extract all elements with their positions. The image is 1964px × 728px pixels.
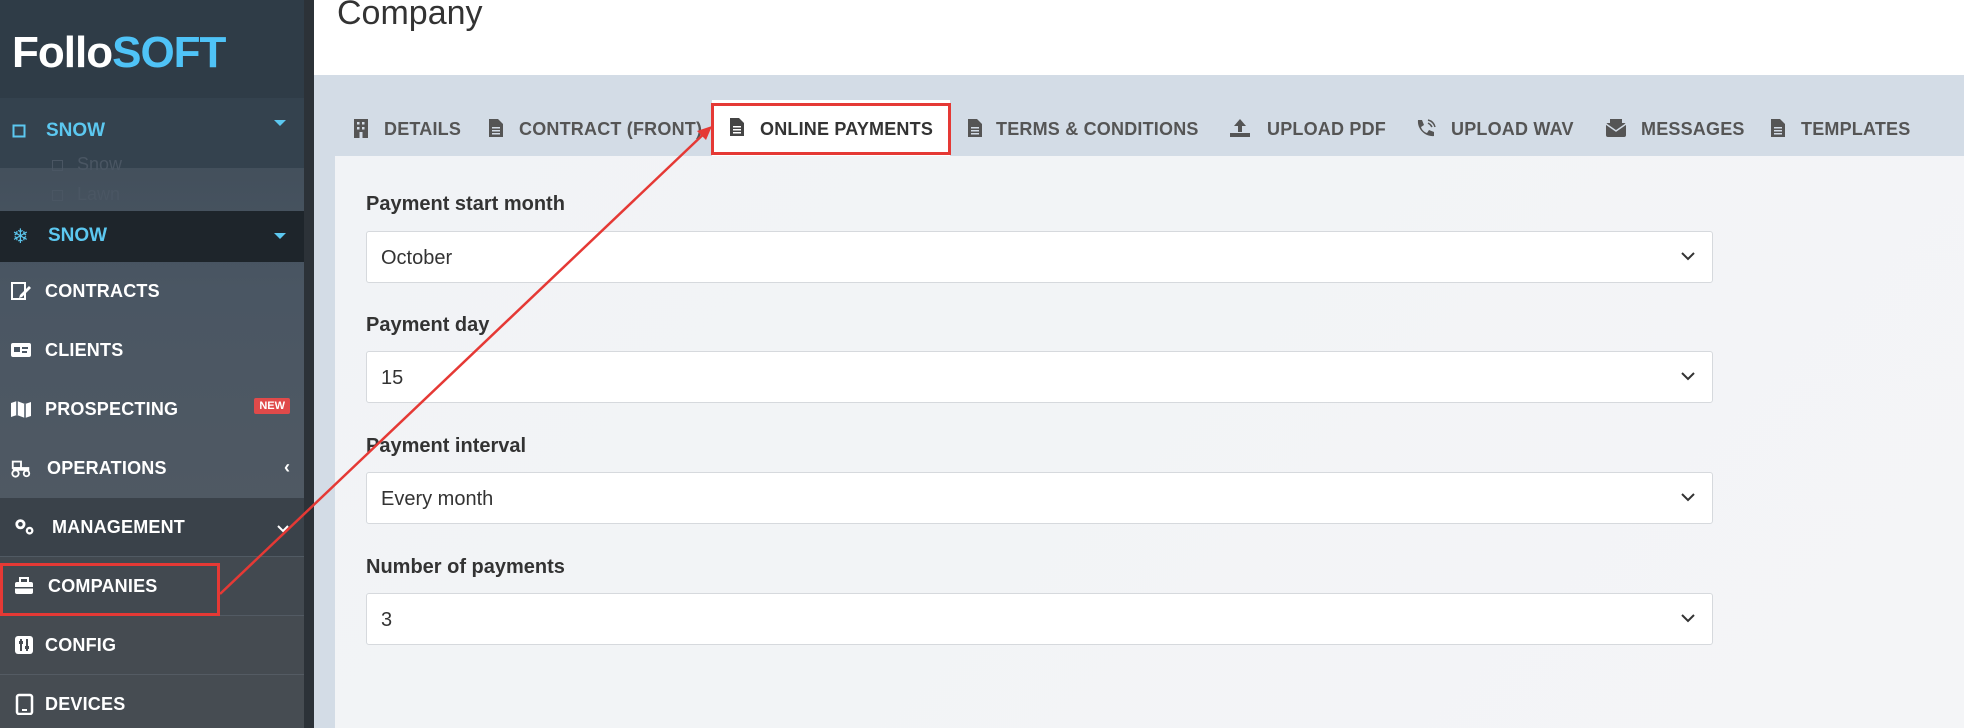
document-icon <box>1771 119 1785 137</box>
tab-label: UPLOAD PDF <box>1267 119 1386 139</box>
sidebar-item-label: CONTRACTS <box>45 281 160 301</box>
season-secondary-label: SNOW <box>48 225 108 246</box>
chevron-down-icon <box>274 120 286 126</box>
highlight-online-payments-tab <box>711 103 951 155</box>
tab-messages[interactable]: MESSAGES <box>1605 106 1745 152</box>
logo-part-2: SOFT <box>112 28 226 77</box>
tab-upload-wav[interactable]: UPLOAD WAV <box>1415 106 1585 152</box>
number-of-payments-label: Number of payments <box>366 556 565 578</box>
tab-contract-front[interactable]: CONTRACT (FRONT) <box>487 106 702 152</box>
tab-label: MESSAGES <box>1641 119 1745 139</box>
new-badge: NEW <box>254 398 290 414</box>
envelope-icon <box>1605 119 1627 137</box>
number-of-payments-select[interactable]: 3 <box>366 593 1713 645</box>
select-value: Every month <box>381 488 494 510</box>
payment-start-month-select[interactable]: October <box>366 231 1713 283</box>
chevron-left-icon: ‹ <box>284 457 290 477</box>
tab-details[interactable]: DETAILS <box>352 106 468 152</box>
sidebar-item-label: CLIENTS <box>45 340 124 360</box>
sidebar-item-operations[interactable]: OPERATIONS ‹ <box>0 439 304 497</box>
sidebar-item-label: PROSPECTING <box>45 399 179 419</box>
sidebar-item-label: CONFIG <box>45 635 117 655</box>
tab-terms-conditions[interactable]: TERMS & CONDITIONS <box>966 106 1206 152</box>
map-icon <box>11 401 31 418</box>
app-root: FolloSOFT SNOW Snow Lawn ❄ SNOW CONTRACT… <box>0 0 1964 728</box>
tab-label: TERMS & CONDITIONS <box>996 119 1199 139</box>
payment-interval-label: Payment interval <box>366 435 527 457</box>
chevron-down-icon <box>277 525 289 533</box>
tab-label: UPLOAD WAV <box>1451 119 1574 139</box>
building-icon <box>354 119 368 138</box>
sidebar-item-label: OPERATIONS <box>47 458 167 478</box>
tab-label: TEMPLATES <box>1801 119 1911 139</box>
season-selector-secondary[interactable]: ❄ SNOW <box>0 211 304 262</box>
payment-day-label: Payment day <box>366 314 490 336</box>
document-icon <box>968 119 982 137</box>
sliders-icon <box>15 636 33 654</box>
select-value: October <box>381 247 453 269</box>
tab-label: DETAILS <box>384 119 462 139</box>
id-card-icon <box>11 343 31 357</box>
sidebar-item-clients[interactable]: CLIENTS <box>0 321 304 379</box>
square-icon <box>12 122 26 144</box>
highlight-companies <box>0 563 220 616</box>
tab-templates[interactable]: TEMPLATES <box>1769 106 1914 152</box>
document-icon <box>489 119 503 137</box>
tablet-icon <box>15 693 34 715</box>
sidebar-item-contracts[interactable]: CONTRACTS <box>0 262 304 320</box>
payment-day-select[interactable]: 15 <box>366 351 1713 403</box>
sidebar-item-label: MANAGEMENT <box>52 517 185 537</box>
snowflake-icon: ❄ <box>12 226 29 248</box>
season-option-snow[interactable]: Snow <box>52 154 122 175</box>
chevron-down-icon <box>1681 614 1695 623</box>
phone-icon <box>1417 119 1436 137</box>
logo-part-1: Follo <box>12 28 113 77</box>
contract-edit-icon <box>11 282 31 300</box>
sidebar-item-management[interactable]: MANAGEMENT <box>0 498 304 556</box>
sidebar: FolloSOFT SNOW Snow Lawn ❄ SNOW CONTRACT… <box>0 0 312 728</box>
sidebar-item-prospecting[interactable]: PROSPECTING NEW <box>0 380 304 438</box>
app-logo[interactable]: FolloSOFT <box>0 0 304 98</box>
tab-label: CONTRACT (FRONT) <box>519 119 703 139</box>
tab-upload-pdf[interactable]: UPLOAD PDF <box>1229 106 1389 152</box>
tractor-icon <box>11 460 31 478</box>
season-option-lawn[interactable]: Lawn <box>52 184 120 205</box>
cogs-icon <box>15 519 34 535</box>
chevron-down-icon <box>1681 493 1695 502</box>
select-value: 3 <box>381 609 393 631</box>
season-primary-label: SNOW <box>46 120 106 141</box>
sidebar-item-label: DEVICES <box>45 694 126 714</box>
checkbox-icon <box>52 189 63 201</box>
page-title: Company <box>337 0 483 32</box>
sidebar-item-config[interactable]: CONFIG <box>0 616 304 674</box>
payment-start-month-label: Payment start month <box>366 193 565 215</box>
upload-icon <box>1230 119 1250 137</box>
chevron-down-icon <box>274 233 286 239</box>
sidebar-item-devices[interactable]: DEVICES <box>0 675 304 728</box>
chevron-down-icon <box>1681 372 1695 381</box>
checkbox-icon <box>52 159 63 171</box>
season-option-label: Snow <box>77 154 123 174</box>
chevron-down-icon <box>1681 252 1695 261</box>
sidebar-scrollbar[interactable] <box>304 0 314 728</box>
select-value: 15 <box>381 367 404 389</box>
payment-interval-select[interactable]: Every month <box>366 472 1713 524</box>
season-selector-primary[interactable]: SNOW <box>0 98 304 168</box>
season-option-label: Lawn <box>77 184 121 204</box>
